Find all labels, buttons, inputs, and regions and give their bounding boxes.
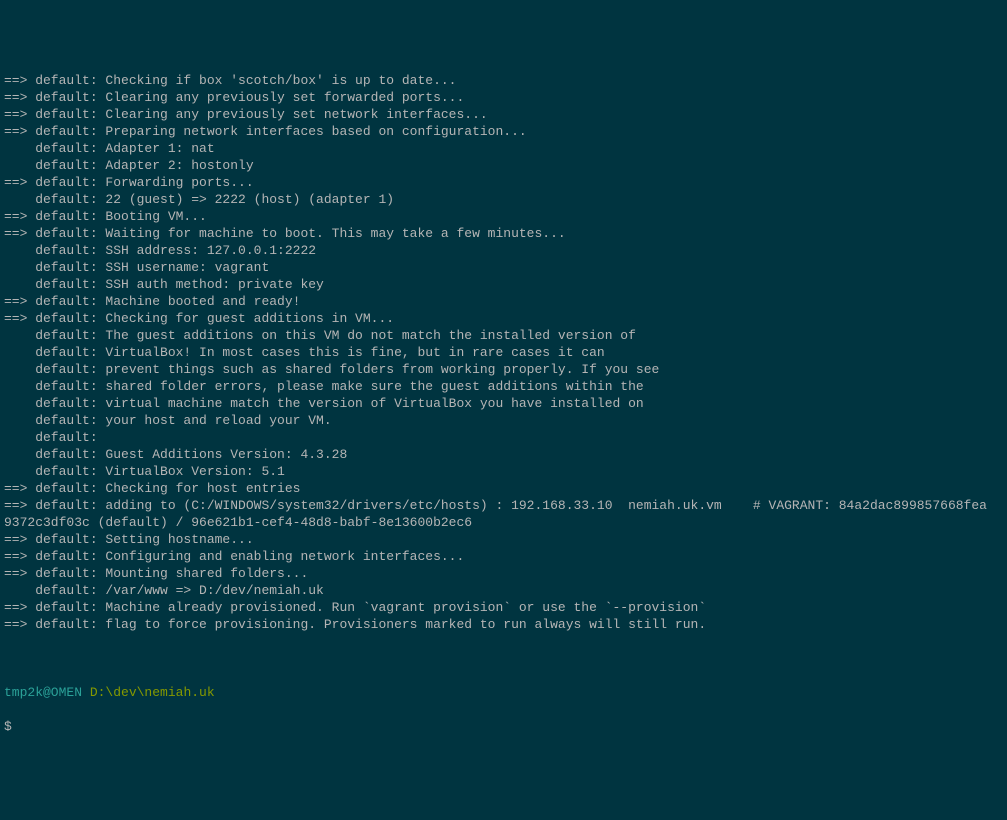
terminal-line: ==> default: adding to (C:/WINDOWS/syste… (4, 497, 1003, 514)
prompt-line: tmp2k@OMEN D:\dev\nemiah.uk (4, 684, 1003, 701)
terminal-line: ==> default: Clearing any previously set… (4, 89, 1003, 106)
terminal-line: default: prevent things such as shared f… (4, 361, 1003, 378)
terminal-line: ==> default: Machine already provisioned… (4, 599, 1003, 616)
terminal-line: ==> default: Machine booted and ready! (4, 293, 1003, 310)
terminal-line: 9372c3df03c (default) / 96e621b1-cef4-48… (4, 514, 1003, 531)
terminal-line: default: Adapter 1: nat (4, 140, 1003, 157)
terminal-line: ==> default: Booting VM... (4, 208, 1003, 225)
terminal-line: default: (4, 429, 1003, 446)
prompt-user-host: tmp2k@OMEN (4, 685, 82, 700)
terminal-line: default: SSH username: vagrant (4, 259, 1003, 276)
prompt-sep (82, 685, 90, 700)
terminal-line: ==> default: Waiting for machine to boot… (4, 225, 1003, 242)
terminal-line: default: 22 (guest) => 2222 (host) (adap… (4, 191, 1003, 208)
terminal-line: default: /var/www => D:/dev/nemiah.uk (4, 582, 1003, 599)
terminal-line: default: SSH auth method: private key (4, 276, 1003, 293)
terminal-line: default: The guest additions on this VM … (4, 327, 1003, 344)
terminal-line: ==> default: Checking if box 'scotch/box… (4, 72, 1003, 89)
terminal-line: default: Adapter 2: hostonly (4, 157, 1003, 174)
terminal-line: default: SSH address: 127.0.0.1:2222 (4, 242, 1003, 259)
command-input-line[interactable]: $ (4, 718, 1003, 735)
terminal-line: default: VirtualBox Version: 5.1 (4, 463, 1003, 480)
terminal-line: default: your host and reload your VM. (4, 412, 1003, 429)
terminal-line: ==> default: Checking for guest addition… (4, 310, 1003, 327)
terminal-line: ==> default: Clearing any previously set… (4, 106, 1003, 123)
terminal-line: ==> default: Checking for host entries (4, 480, 1003, 497)
terminal-line: ==> default: Preparing network interface… (4, 123, 1003, 140)
terminal-line: default: VirtualBox! In most cases this … (4, 344, 1003, 361)
blank-line (4, 650, 1003, 667)
terminal-line: default: shared folder errors, please ma… (4, 378, 1003, 395)
terminal-line: ==> default: flag to force provisioning.… (4, 616, 1003, 633)
terminal-line: ==> default: Configuring and enabling ne… (4, 548, 1003, 565)
terminal-line: default: Guest Additions Version: 4.3.28 (4, 446, 1003, 463)
terminal-line: ==> default: Forwarding ports... (4, 174, 1003, 191)
prompt-cwd: D:\dev\nemiah.uk (90, 685, 215, 700)
terminal-output: ==> default: Checking if box 'scotch/box… (4, 72, 1003, 633)
terminal-line: ==> default: Mounting shared folders... (4, 565, 1003, 582)
terminal-line: ==> default: Setting hostname... (4, 531, 1003, 548)
terminal-line: default: virtual machine match the versi… (4, 395, 1003, 412)
